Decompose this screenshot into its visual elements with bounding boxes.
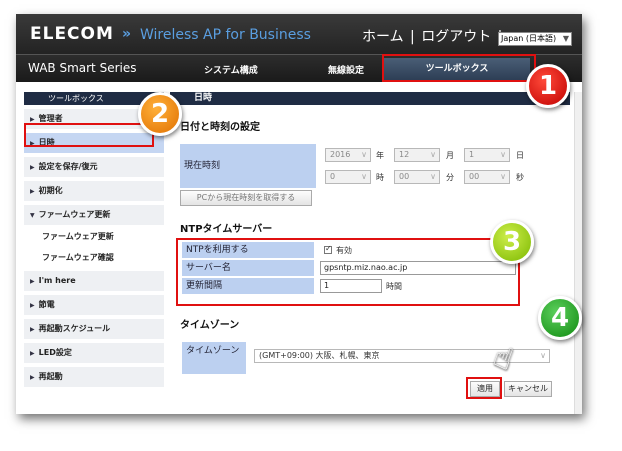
highlight-apply-button (466, 377, 502, 399)
cancel-button[interactable]: キャンセル (504, 381, 552, 397)
sidebar-item-backup[interactable]: ▶ 設定を保存/復元 (24, 157, 164, 177)
tab-system[interactable]: システム構成 (204, 63, 258, 76)
page-title: 日時 (170, 92, 570, 105)
month-select[interactable]: 12 ∨ (394, 148, 440, 162)
sidebar-item-label: 初期化 (38, 186, 63, 195)
language-value: Japan (日本語) (501, 34, 557, 43)
triangle-right-icon: ▶ (30, 326, 35, 333)
sidebar-subitem-firmware-check[interactable]: ファームウェア確認 (24, 249, 164, 267)
sidebar-item-im-here[interactable]: ▶ I'm here (24, 271, 164, 291)
current-time-label: 現在時刻 (180, 144, 316, 188)
triangle-down-icon: ▼ (30, 212, 35, 219)
day-value: 1 (469, 150, 475, 159)
chevron-down-icon: ∨ (361, 172, 367, 181)
chevron-down-icon: ∨ (430, 172, 436, 181)
chevron-down-icon: ∨ (500, 172, 506, 181)
datetime-section-title: 日付と時刻の設定 (180, 122, 260, 133)
sidebar-item-firmware[interactable]: ▼ ファームウェア更新 (24, 205, 164, 225)
sidebar-item-reboot-schedule[interactable]: ▶ 再起動スケジュール (24, 319, 164, 339)
year-value: 2016 (330, 150, 351, 159)
chevron-down-icon: ∨ (430, 150, 436, 159)
home-link[interactable]: ホーム (362, 29, 404, 45)
step-badge-2: 2 (138, 92, 182, 136)
chevron-down-icon: ▼ (562, 34, 569, 43)
sidebar-item-label: 再起動スケジュール (38, 324, 111, 333)
language-select[interactable]: Japan (日本語) ▼ (498, 32, 572, 46)
month-unit: 月 (446, 151, 454, 160)
triangle-right-icon: ▶ (30, 188, 35, 195)
sidebar-item-label: I'm here (38, 276, 76, 285)
sidebar-item-power-saving[interactable]: ▶ 節電 (24, 295, 164, 315)
sidebar-item-label: ファームウェア更新 (38, 210, 111, 219)
timezone-value: (GMT+09:00) 大阪、札幌、東京 (259, 351, 380, 360)
second-select[interactable]: 00 ∨ (464, 170, 510, 184)
ntp-section-title: NTPタイムサーバー (180, 224, 273, 235)
highlight-ntp-settings (176, 238, 520, 306)
breadcrumb-separator: » (122, 26, 132, 42)
top-header: ELECOM » Wireless AP for Business ホーム | … (16, 14, 582, 54)
sidebar-item-label: 設定を保存/復元 (38, 162, 98, 171)
triangle-right-icon: ▶ (30, 374, 35, 381)
screenshot-frame: ELECOM » Wireless AP for Business ホーム | … (16, 14, 582, 414)
month-value: 12 (399, 150, 410, 159)
year-unit: 年 (376, 151, 384, 160)
minute-value: 00 (399, 172, 410, 181)
timezone-section-title: タイムゾーン (180, 320, 240, 331)
second-unit: 秒 (516, 173, 524, 182)
hour-select[interactable]: 0 ∨ (325, 170, 371, 184)
sidebar-item-led[interactable]: ▶ LED設定 (24, 343, 164, 363)
step-badge-1: 1 (526, 64, 570, 108)
nav-divider: | (410, 29, 415, 45)
minute-select[interactable]: 00 ∨ (394, 170, 440, 184)
tab-wireless[interactable]: 無線設定 (328, 63, 364, 76)
triangle-right-icon: ▶ (30, 116, 35, 123)
sidebar-item-reset[interactable]: ▶ 初期化 (24, 181, 164, 201)
sidebar-item-label: 節電 (38, 300, 55, 309)
top-nav: ホーム | ログアウト | (362, 26, 504, 46)
series-name: WAB Smart Series (28, 61, 137, 75)
step-badge-4: 4 (538, 296, 582, 340)
chevron-down-icon: ∨ (540, 351, 546, 360)
sidebar-item-label: 再起動 (38, 372, 63, 381)
chevron-down-icon: ∨ (361, 150, 367, 159)
triangle-right-icon: ▶ (30, 302, 35, 309)
year-select[interactable]: 2016 ∨ (325, 148, 371, 162)
hour-value: 0 (330, 172, 336, 181)
get-pc-time-button[interactable]: PCから現在時刻を取得する (180, 190, 312, 206)
highlight-toolbox-tab (382, 54, 536, 82)
triangle-right-icon: ▶ (30, 164, 35, 171)
day-unit: 日 (516, 151, 524, 160)
sidebar-item-reboot[interactable]: ▶ 再起動 (24, 367, 164, 387)
timezone-label: タイムゾーン (182, 342, 246, 374)
sidebar-item-label: 管理者 (38, 114, 63, 123)
hour-unit: 時 (376, 173, 384, 182)
day-select[interactable]: 1 ∨ (464, 148, 510, 162)
scrollbar[interactable] (574, 92, 582, 414)
triangle-right-icon: ▶ (30, 350, 35, 357)
second-value: 00 (469, 172, 480, 181)
product-name: Wireless AP for Business (140, 27, 311, 43)
triangle-right-icon: ▶ (30, 278, 35, 285)
minute-unit: 分 (446, 173, 454, 182)
highlight-datetime-item (24, 123, 154, 147)
sidebar-subitem-firmware-update[interactable]: ファームウェア更新 (24, 228, 164, 246)
step-badge-3: 3 (490, 220, 534, 264)
logout-link[interactable]: ログアウト (421, 29, 491, 45)
elecom-logo: ELECOM (30, 24, 114, 44)
chevron-down-icon: ∨ (500, 150, 506, 159)
sidebar-item-label: LED設定 (38, 348, 72, 357)
